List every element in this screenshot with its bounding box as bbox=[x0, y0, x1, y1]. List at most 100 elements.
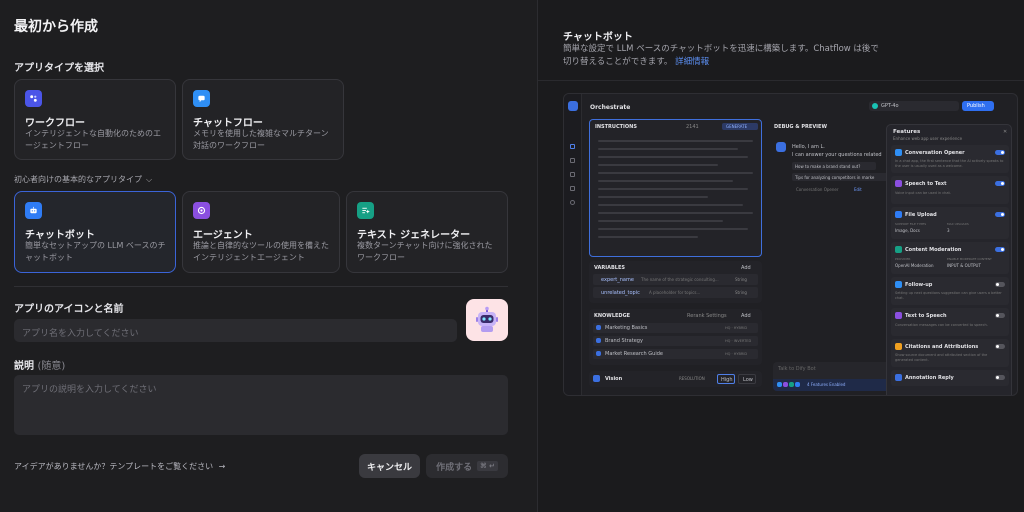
workflow-title: ワークフロー bbox=[25, 118, 85, 129]
preview-app-title: Orchestrate bbox=[590, 104, 631, 111]
microphone-icon bbox=[895, 180, 902, 187]
text-generator-card[interactable]: テキスト ジェネレーター 複数ターンチャット向けに強化されたワークフロー bbox=[346, 191, 508, 273]
cancel-button[interactable]: キャンセル bbox=[359, 454, 420, 478]
feature-name: File Upload bbox=[905, 212, 937, 218]
feature-meta-value: INPUT & OUTPUT bbox=[947, 263, 981, 268]
agent-card[interactable]: エージェント 推論と自律的なツールの使用を備えたインテリジェントエージェント bbox=[182, 191, 340, 273]
workflow-desc: インテリジェントな自動化のためのエージェントフロー bbox=[25, 129, 161, 150]
placeholder-line bbox=[598, 212, 753, 214]
text-generator-icon bbox=[357, 202, 374, 219]
placeholder-line bbox=[598, 156, 748, 158]
preview-desc-line2: 切り替えることができます。 詳細情報 bbox=[563, 56, 863, 69]
beginner-label: 初心者向けの基本的なアプリタイプ bbox=[14, 175, 142, 184]
feature-card: Annotation Reply bbox=[891, 370, 1009, 386]
file-upload-icon bbox=[895, 211, 902, 218]
feature-icon bbox=[777, 382, 782, 387]
feature-desc: Show source document and attributed sect… bbox=[895, 353, 988, 362]
preview-add-variable: Add bbox=[741, 265, 751, 271]
preview-opener-note: Conversation Opener bbox=[796, 187, 839, 192]
feature-toggle bbox=[995, 313, 1005, 318]
app-icon-picker[interactable] bbox=[466, 299, 508, 341]
dataset-icon bbox=[596, 338, 601, 343]
preview-vision-label: Vision bbox=[605, 376, 623, 382]
preview-model-selector: GPT-4o bbox=[869, 101, 959, 111]
preview-desc-line1: 簡単な設定で LLM ベースのチャットボットを迅速に構築します。Chatflow… bbox=[563, 44, 879, 54]
feature-card: Speech to Text Voice input can be used i… bbox=[891, 176, 1009, 204]
template-link[interactable]: アイデアがありませんか？テンプレートをご覧ください → bbox=[14, 461, 225, 472]
text-generator-title: テキスト ジェネレーター bbox=[357, 230, 471, 241]
preview-low-option: Low bbox=[738, 374, 756, 384]
annotation-icon bbox=[895, 374, 902, 381]
create-button[interactable]: 作成する ⌘ ↵ bbox=[426, 454, 508, 478]
preview-chat-input: Talk to Dify Bot 4 Features Enabled bbox=[773, 362, 897, 391]
feature-name: Annotation Reply bbox=[905, 375, 954, 381]
feature-icon bbox=[783, 382, 788, 387]
preview-variable-row: expert_name The name of the strategic co… bbox=[593, 274, 758, 285]
feature-meta-value: 3 bbox=[947, 228, 950, 233]
chatflow-card[interactable]: チャットフロー メモリを使用した複雑なマルチターン対話のワークフロー bbox=[182, 79, 344, 160]
preview-variables-label: VARIABLES bbox=[594, 265, 625, 271]
description-label-text: 説明 bbox=[14, 361, 34, 372]
preview-publish-button: Publish bbox=[962, 101, 994, 111]
template-link-text: アイデアがありませんか？テンプレートをご覧ください bbox=[14, 462, 214, 471]
feature-toggle bbox=[995, 247, 1005, 252]
placeholder-line bbox=[598, 140, 753, 142]
icon-name-label: アプリのアイコンと名前 bbox=[14, 304, 124, 315]
beginner-toggle[interactable]: 初心者向けの基本的なアプリタイプ ⌵ bbox=[14, 174, 152, 185]
feature-meta-label: SUPPORT FILE TYPES bbox=[895, 222, 927, 226]
app-preview-image: Orchestrate GPT-4o Publish INSTRUCTIONS … bbox=[563, 93, 1018, 396]
app-name-input[interactable]: アプリ名を入力してください bbox=[14, 319, 457, 342]
feature-desc: Setting up next questions suggestion can… bbox=[895, 291, 1002, 300]
placeholder-line bbox=[598, 188, 748, 190]
preview-nav-icon bbox=[570, 144, 575, 149]
eye-icon bbox=[593, 375, 600, 382]
preview-description: 簡単な設定で LLM ベースのチャットボットを迅速に構築します。Chatflow… bbox=[563, 43, 879, 69]
feature-card: Citations and Attributions Show source d… bbox=[891, 339, 1009, 367]
workflow-card[interactable]: ワークフロー インテリジェントな自動化のためのエージェントフロー bbox=[14, 79, 176, 160]
knowledge-name: Market Research Guide bbox=[605, 351, 663, 357]
preview-instructions-label: INSTRUCTIONS bbox=[595, 124, 637, 130]
placeholder-line bbox=[598, 148, 738, 150]
citation-icon bbox=[895, 343, 902, 350]
placeholder-line bbox=[598, 180, 733, 182]
preview-nav bbox=[564, 94, 582, 395]
preview-generate-label: GENERATE bbox=[726, 124, 748, 129]
follow-up-icon bbox=[895, 281, 902, 288]
preview-greeting-line1: Hello, I am L. bbox=[792, 144, 825, 150]
preview-nav-icon bbox=[570, 200, 575, 205]
knowledge-tag: HQ · HYBRID bbox=[725, 326, 748, 330]
feature-card: Follow-up Setting up next questions sugg… bbox=[891, 277, 1009, 305]
preview-greeting-line2: I can answer your questions related bbox=[792, 152, 882, 158]
preview-features-bar: 4 Features Enabled bbox=[773, 379, 897, 391]
feature-toggle bbox=[995, 375, 1005, 380]
learn-more-link[interactable]: 詳細情報 bbox=[675, 57, 709, 67]
preview-instructions: INSTRUCTIONS 2141 GENERATE bbox=[589, 119, 762, 257]
preview-desc-text: 切り替えることができます。 bbox=[563, 57, 673, 67]
preview-nav-icon bbox=[570, 172, 575, 177]
chatbot-card[interactable]: チャットボット 簡単なセットアップの LLM ベースのチャットボット bbox=[14, 191, 176, 273]
dataset-icon bbox=[596, 351, 601, 356]
preview-chat-placeholder: Talk to Dify Bot bbox=[778, 366, 816, 372]
features-title: Features bbox=[893, 129, 921, 135]
arrow-right-icon: → bbox=[218, 462, 226, 471]
features-subtitle: Enhance web app user experience bbox=[893, 136, 963, 141]
description-textarea[interactable]: アプリの説明を入力してください bbox=[14, 375, 508, 435]
feature-name: Speech to Text bbox=[905, 181, 947, 187]
page-title: 最初から作成 bbox=[14, 19, 98, 35]
preview-nav-icon bbox=[570, 158, 575, 163]
feature-card: Content Moderation PROVIDER OpenAI Moder… bbox=[891, 242, 1009, 274]
preview-debug-label: DEBUG & PREVIEW bbox=[774, 124, 827, 130]
preview-suggestion: How to make a brand stand out? bbox=[792, 162, 876, 170]
preview-knowledge-row: Brand Strategy HQ · INVERTED bbox=[593, 336, 758, 346]
app-type-preview-panel: チャットボット 簡単な設定で LLM ベースのチャットボットを迅速に構築します。… bbox=[537, 0, 1024, 512]
feature-card: Conversation Opener In a chat app, the f… bbox=[891, 145, 1009, 173]
feature-toggle bbox=[995, 150, 1005, 155]
preview-knowledge-row: Market Research Guide HQ · HYBRID bbox=[593, 349, 758, 359]
app-type-label: アプリタイプを選択 bbox=[14, 63, 104, 74]
preview-vision: Vision RESOLUTION High Low bbox=[589, 371, 762, 387]
placeholder-line bbox=[598, 236, 698, 238]
agent-icon bbox=[193, 202, 210, 219]
chevron-down-icon: ⌵ bbox=[146, 175, 153, 184]
feature-desc: Voice input can be used in chat. bbox=[895, 191, 952, 195]
placeholder-line bbox=[598, 172, 753, 174]
